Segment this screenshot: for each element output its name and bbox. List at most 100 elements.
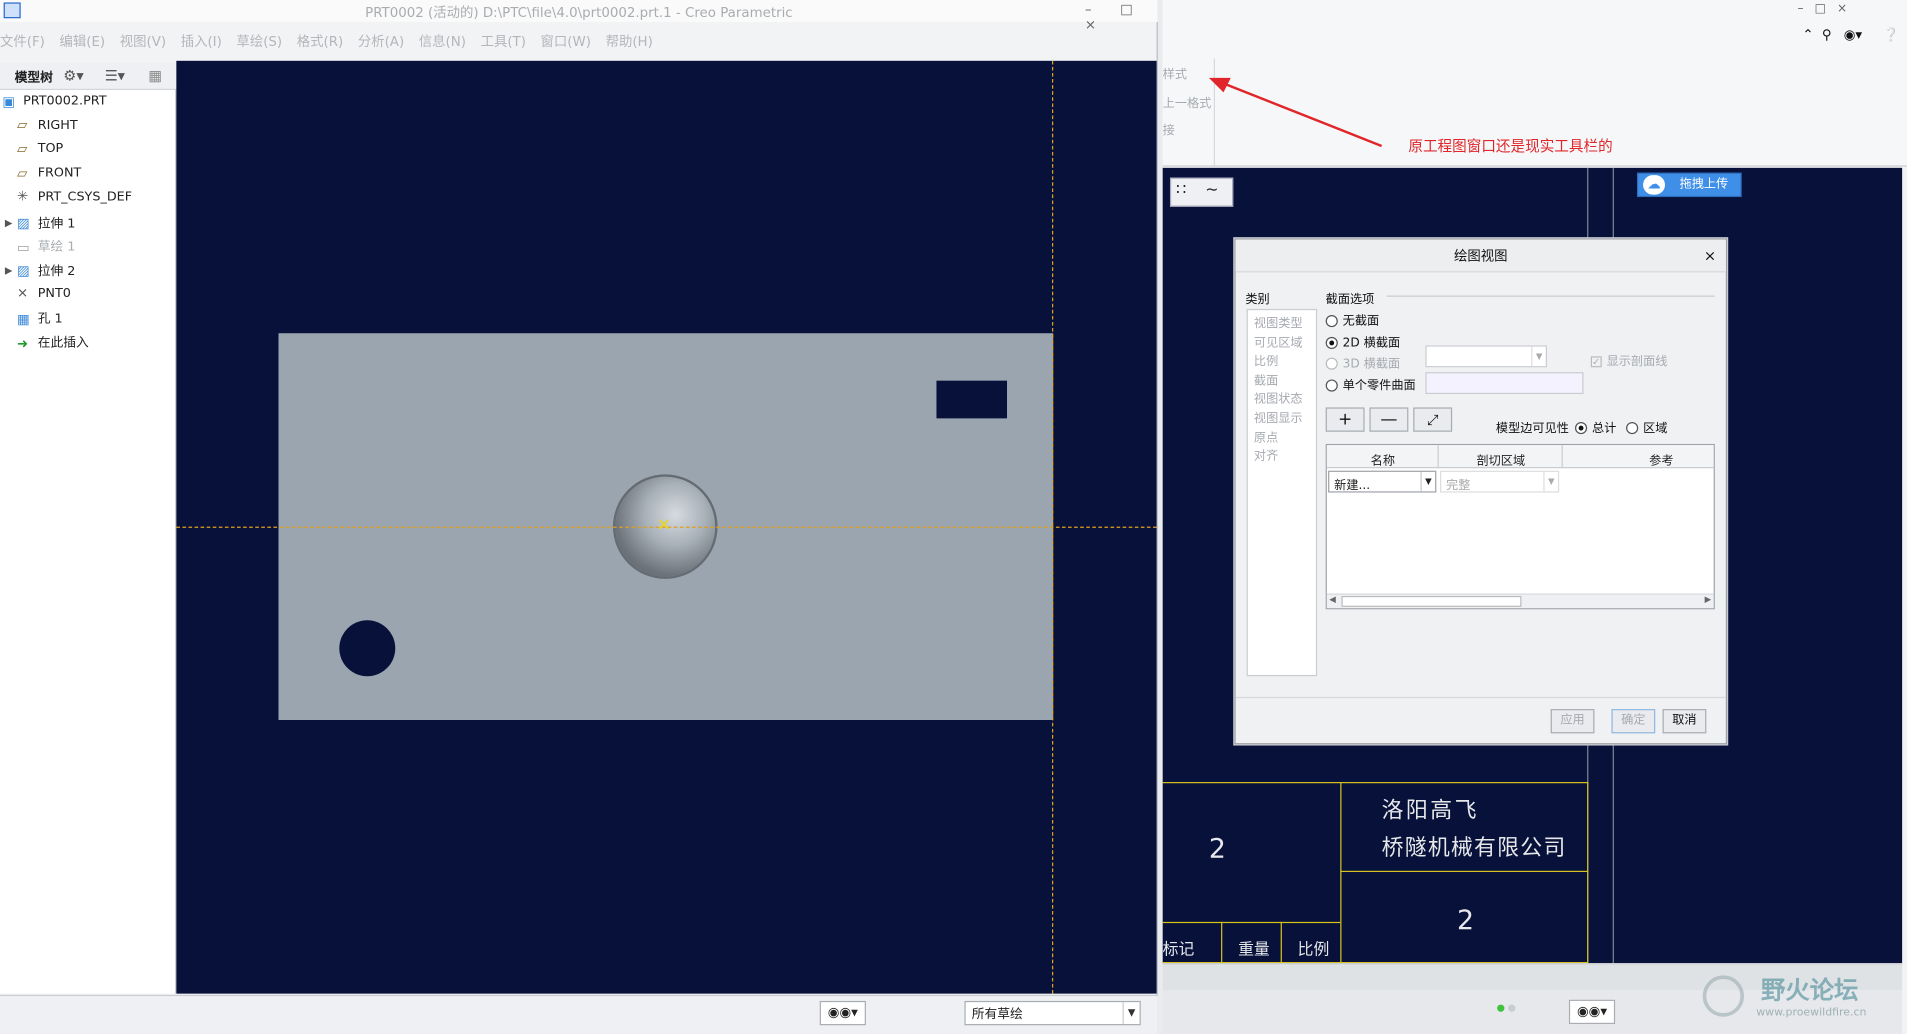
find-icon[interactable]: ◉◉▾ bbox=[1568, 999, 1616, 1025]
category-item[interactable]: 视图类型 bbox=[1254, 313, 1303, 330]
category-item[interactable]: 对齐 bbox=[1254, 445, 1278, 463]
chevron-down-icon[interactable]: ▼ bbox=[1531, 346, 1546, 367]
scroll-right-icon[interactable]: ▶ bbox=[1705, 595, 1712, 605]
window-controls-right[interactable]: –□× bbox=[1798, 2, 1859, 15]
table-header: 名称 剖切区域 参考 bbox=[1326, 445, 1714, 469]
block-line bbox=[1162, 782, 1589, 784]
tree-item[interactable]: ▱ FRONT bbox=[17, 166, 81, 188]
settings-icon[interactable]: ⚙▾ bbox=[63, 67, 83, 84]
ribbon-style[interactable]: 样式 bbox=[1163, 63, 1187, 81]
search-icon[interactable]: ⚲ bbox=[1822, 27, 1832, 43]
csys-display-icon[interactable]: ∷ bbox=[1176, 181, 1186, 199]
menu-item[interactable]: 窗口(W) bbox=[541, 32, 591, 51]
tree-item[interactable]: ▣ PRT0002.PRT bbox=[2, 94, 106, 116]
dialog-title-bar: 绘图视图 × bbox=[1235, 239, 1726, 273]
cancel-button[interactable]: 取消 bbox=[1662, 709, 1707, 734]
menu-item[interactable]: 格式(R) bbox=[297, 32, 344, 51]
category-item[interactable]: 视图显示 bbox=[1254, 407, 1303, 425]
tree-item[interactable]: ▶ ▨ 拉伸 1 bbox=[5, 213, 76, 235]
category-item[interactable]: 视图状态 bbox=[1254, 388, 1303, 406]
radio-icon bbox=[1325, 379, 1338, 392]
cut-select[interactable]: 完整 ▼ bbox=[1439, 470, 1560, 493]
chevron-down-icon[interactable]: ▼ bbox=[1122, 1002, 1140, 1025]
find-icon[interactable]: ◉◉▾ bbox=[819, 1000, 866, 1026]
close-icon[interactable]: × bbox=[1704, 240, 1716, 273]
row-name: 新建... bbox=[1334, 479, 1371, 493]
horizontal-scrollbar[interactable]: ◀ ▶ bbox=[1326, 593, 1714, 609]
ok-button[interactable]: 确定 bbox=[1611, 709, 1656, 734]
flip-section-button[interactable]: ⤢ bbox=[1413, 407, 1453, 432]
radio-3d-section[interactable]: 3D 横截面 bbox=[1325, 353, 1400, 371]
tree-item[interactable]: ▱ RIGHT bbox=[17, 118, 78, 140]
tree-item-label: FRONT bbox=[37, 165, 82, 181]
menu-item[interactable]: 帮助(H) bbox=[606, 32, 653, 51]
tree-item[interactable]: ▶ ▨ 拉伸 2 bbox=[5, 261, 76, 283]
name-select[interactable]: 新建... ▼ bbox=[1328, 470, 1437, 493]
scroll-thumb[interactable] bbox=[1341, 595, 1522, 607]
graphics-area[interactable]: ✕ bbox=[176, 60, 1157, 994]
menu-item[interactable]: 工具(T) bbox=[481, 32, 526, 51]
checkbox-icon: ✓ bbox=[1590, 355, 1602, 367]
frame-line bbox=[1587, 167, 1589, 239]
help-icon[interactable]: ❔ bbox=[1883, 27, 1900, 43]
radio-label: 区域 bbox=[1643, 422, 1668, 436]
tree-item[interactable]: ✳ PRT_CSYS_DEF bbox=[17, 189, 132, 211]
insert-here-icon: ➜ bbox=[17, 335, 29, 351]
block-line bbox=[1162, 921, 1341, 924]
category-item[interactable]: 比例 bbox=[1254, 350, 1278, 368]
remove-section-button[interactable]: — bbox=[1369, 407, 1409, 432]
radio-icon bbox=[1626, 422, 1639, 435]
col-divider bbox=[1437, 445, 1439, 469]
tree-item-label: 在此插入 bbox=[37, 335, 89, 351]
tree-item[interactable]: ➜ 在此插入 bbox=[17, 333, 89, 355]
filter-icon[interactable]: ▦ bbox=[148, 67, 162, 84]
scroll-left-icon[interactable]: ◀ bbox=[1329, 595, 1336, 605]
menu-item[interactable]: 分析(A) bbox=[358, 32, 404, 51]
menu-item[interactable]: 视图(V) bbox=[120, 32, 166, 51]
category-item[interactable]: 原点 bbox=[1254, 426, 1278, 444]
menu-item[interactable]: 插入(I) bbox=[181, 32, 222, 51]
point-display-icon[interactable]: ∼ bbox=[1205, 181, 1218, 199]
show-hatch-checkbox[interactable]: ✓ 显示剖面线 bbox=[1590, 350, 1667, 369]
show-icon[interactable]: ☰▾ bbox=[105, 67, 125, 84]
window-controls[interactable]: – □ × bbox=[1085, 1, 1158, 33]
add-section-button[interactable]: + bbox=[1325, 407, 1365, 432]
tree-item[interactable]: ▦ 孔 1 bbox=[17, 309, 63, 331]
part-icon: ▣ bbox=[2, 93, 16, 109]
tree-item[interactable]: × PNT0 bbox=[17, 285, 71, 307]
tree-item[interactable]: ▭ 草绘 1 bbox=[17, 237, 75, 259]
community-icon[interactable]: ◉▾ bbox=[1844, 27, 1862, 43]
radio-edge-area[interactable]: 区域 bbox=[1626, 417, 1667, 435]
status-led-icon bbox=[1508, 1004, 1516, 1012]
radio-no-section[interactable]: 无截面 bbox=[1325, 310, 1379, 328]
surface-field[interactable] bbox=[1425, 372, 1584, 395]
upload-button[interactable]: ☁ 拖拽上传 bbox=[1637, 172, 1742, 198]
chevron-down-icon[interactable]: ▼ bbox=[1420, 471, 1436, 492]
expand-icon[interactable]: ▶ bbox=[5, 265, 12, 276]
3d-section-select[interactable]: ▼ bbox=[1425, 345, 1548, 368]
tree-item-label: TOP bbox=[37, 141, 64, 157]
radio-2d-section[interactable]: 2D 横截面 bbox=[1325, 332, 1400, 350]
radio-single-surface[interactable]: 单个零件曲面 bbox=[1325, 375, 1416, 393]
category-item[interactable]: 截面 bbox=[1254, 369, 1278, 387]
menu-item[interactable]: 信息(N) bbox=[419, 32, 466, 51]
expand-icon[interactable]: ▶ bbox=[5, 217, 12, 228]
watermark-logo bbox=[1702, 975, 1745, 1017]
ribbon-connect[interactable]: 接 bbox=[1163, 119, 1175, 137]
apply-button[interactable]: 应用 bbox=[1550, 709, 1595, 734]
tree-item[interactable]: ▱ TOP bbox=[17, 142, 63, 164]
tree-header[interactable]: 模型树 bbox=[15, 68, 53, 86]
datum-plane-icon: ▱ bbox=[17, 116, 28, 133]
category-item[interactable]: 可见区域 bbox=[1254, 332, 1303, 349]
menu-item[interactable]: 编辑(E) bbox=[59, 32, 105, 51]
chevron-up-icon[interactable]: ⌃ bbox=[1802, 27, 1813, 43]
menu-item[interactable]: 文件(F) bbox=[0, 32, 45, 51]
tree-item-label: 草绘 1 bbox=[37, 239, 76, 255]
window-title: PRT0002 (活动的) D:\PTC\file\4.0\prt0002.pr… bbox=[365, 4, 793, 21]
radio-edge-total[interactable]: 总计 bbox=[1574, 417, 1616, 435]
menu-item[interactable]: 草绘(S) bbox=[236, 32, 282, 51]
sketch-icon: ▭ bbox=[17, 239, 30, 256]
selection-filter[interactable]: 所有草绘 ▼ bbox=[964, 1000, 1141, 1026]
chevron-down-icon[interactable]: ▼ bbox=[1543, 471, 1558, 492]
radio-icon bbox=[1325, 314, 1338, 328]
